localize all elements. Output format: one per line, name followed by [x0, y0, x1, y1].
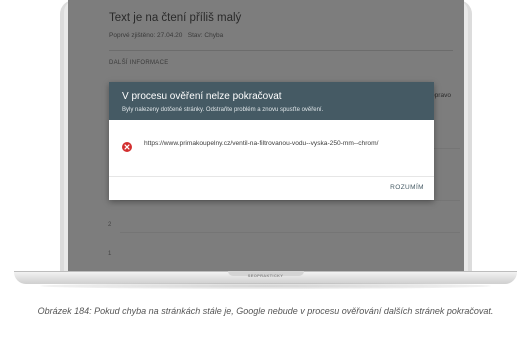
page-subtitle: Poprvé zjištěno: 27.04.20 Stav: Chyba — [109, 32, 223, 39]
first-detected-label: Poprvé zjištěno: 27.04.20 — [109, 32, 183, 39]
page-divider — [109, 50, 453, 51]
ok-button[interactable]: ROZUMÍM — [390, 184, 424, 191]
affected-url: https://www.primakoupelny.cz/ventil-na-f… — [144, 140, 379, 147]
dialog-divider — [109, 176, 434, 177]
verification-dialog: V procesu ověření nelze pokračovat Byly … — [109, 82, 434, 200]
dialog-header: V procesu ověření nelze pokračovat Byly … — [109, 82, 434, 120]
chart-gridline — [120, 200, 460, 201]
chart-tick-label: 2 — [108, 222, 112, 228]
chart-tick-label: 1 — [108, 251, 112, 257]
error-icon — [122, 142, 132, 152]
dialog-description: Byly nalezeny dotčené stránky. Odstraňte… — [122, 107, 324, 113]
figure-caption: Obrázek 184: Pokud chyba na stránkách st… — [37, 306, 494, 316]
dialog-title: V procesu ověření nelze pokračovat — [122, 91, 282, 102]
page-title: Text je na čtení příliš malý — [109, 12, 242, 24]
chart-gridline — [120, 232, 460, 233]
laptop-logo-text: SEOPRAKTICKY — [247, 273, 284, 278]
status-label: Stav: Chyba — [187, 32, 224, 39]
section-heading[interactable]: DALŠÍ INFORMACE — [109, 60, 169, 66]
laptop-shadow — [40, 283, 491, 289]
